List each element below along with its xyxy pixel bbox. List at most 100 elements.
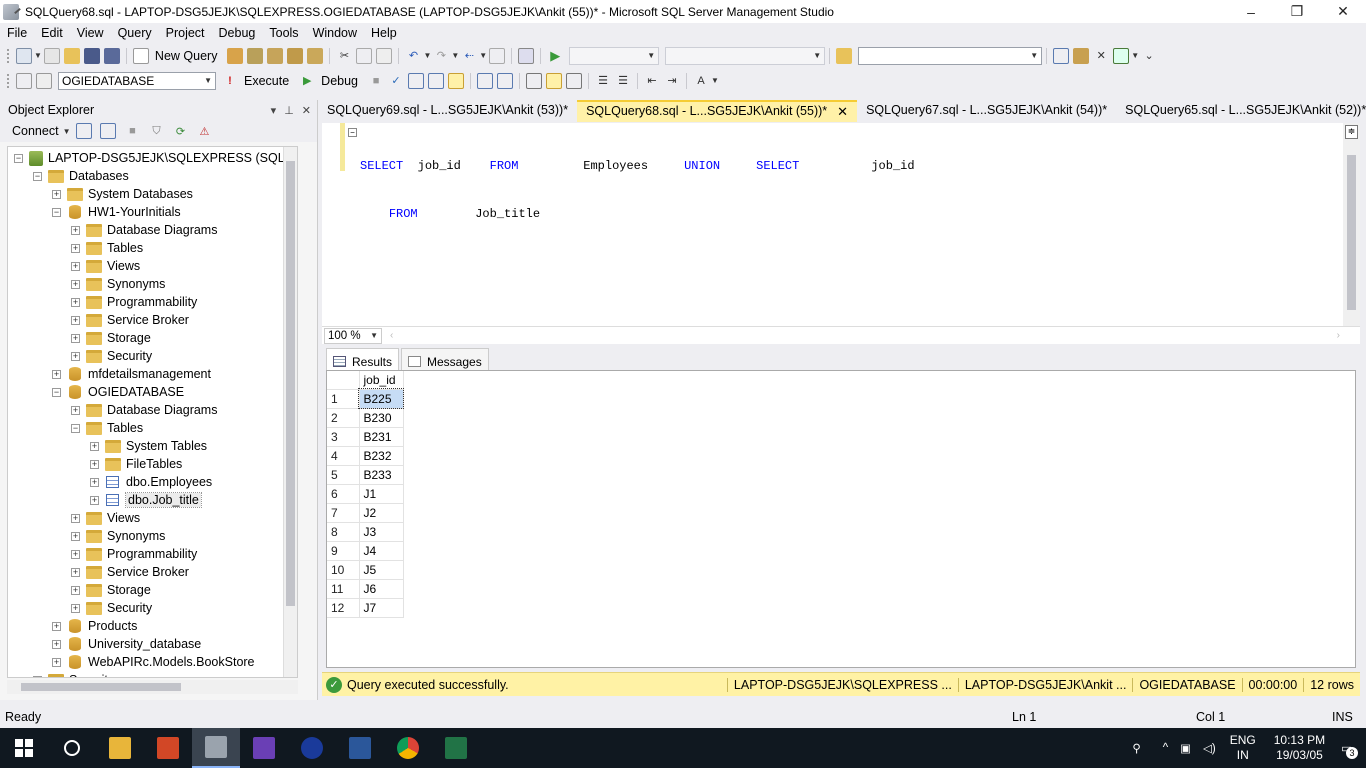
clock[interactable]: 10:13 PM 19/03/05 (1264, 733, 1335, 763)
include-actual-plan-icon[interactable] (477, 72, 494, 89)
code-line-2[interactable]: FROM Job_title (348, 206, 915, 222)
code-line-1[interactable]: SELECT job_id FROM Employees UNION SELEC… (348, 158, 915, 174)
expand-icon[interactable]: + (90, 459, 99, 469)
row-number-cell[interactable]: 6 (327, 484, 360, 504)
stop-icon[interactable]: ■ (124, 123, 140, 139)
job-id-cell[interactable]: J2 (359, 503, 404, 523)
expand-icon[interactable]: + (71, 567, 80, 577)
expand-icon[interactable]: + (71, 405, 80, 415)
tree-node[interactable]: + Database Diagrams (8, 221, 297, 239)
taskbar-chrome[interactable] (384, 728, 432, 768)
taskbar-visual-studio[interactable] (240, 728, 288, 768)
job-id-cell[interactable]: J6 (359, 579, 404, 599)
taskbar-excel[interactable] (432, 728, 480, 768)
toolbar-grip[interactable] (6, 47, 10, 64)
menu-edit[interactable]: Edit (34, 26, 70, 40)
save-icon[interactable] (83, 47, 100, 64)
taskbar-powerpoint[interactable] (144, 728, 192, 768)
expand-icon[interactable]: + (71, 333, 80, 343)
solution-platform-dropdown[interactable]: ▼ (665, 46, 826, 65)
close-button[interactable]: ✕ (1320, 0, 1366, 23)
increase-indent-icon[interactable]: ⇥ (664, 73, 680, 89)
navigate-forward-icon[interactable] (489, 47, 506, 64)
xmla-query-icon[interactable] (307, 47, 324, 64)
job-id-cell[interactable]: B233 (359, 465, 404, 485)
tab-results[interactable]: Results (326, 348, 400, 370)
tree-node[interactable]: − Tables (8, 419, 297, 437)
split-icon[interactable]: ≑ (1345, 125, 1358, 139)
paste-icon[interactable] (376, 47, 393, 64)
row-number-cell[interactable]: 8 (327, 522, 360, 542)
display-estimated-plan-icon[interactable] (408, 72, 425, 89)
solution-config-dropdown[interactable]: ▼ (569, 46, 660, 65)
row-number-cell[interactable]: 12 (327, 598, 360, 618)
job-id-cell[interactable]: B231 (359, 427, 404, 447)
row-number-cell[interactable]: 2 (327, 408, 360, 428)
change-connection-icon[interactable] (36, 72, 52, 89)
expand-icon[interactable]: + (52, 639, 61, 649)
expand-icon[interactable]: + (71, 513, 80, 523)
tree-node[interactable]: + Security (8, 347, 297, 365)
chevron-down-icon[interactable]: ▼ (479, 51, 487, 60)
expand-icon[interactable]: + (71, 279, 80, 289)
row-number-cell[interactable]: 10 (327, 560, 360, 580)
action-center-button[interactable]: ▭ 3 (1335, 741, 1366, 759)
job-id-cell[interactable]: B230 (359, 408, 404, 428)
collapse-icon[interactable]: − (52, 387, 61, 397)
connect-object-explorer-icon[interactable] (76, 123, 93, 139)
expand-icon[interactable]: + (52, 369, 61, 379)
dmx-query-icon[interactable] (287, 47, 304, 64)
tree-node[interactable]: + University_database (8, 635, 297, 653)
find-combo[interactable]: ▼ (858, 46, 1043, 65)
mdx-query-icon[interactable] (267, 47, 284, 64)
properties-window-icon[interactable] (1113, 47, 1130, 64)
debug-button[interactable]: Debug (321, 74, 358, 88)
tree-node[interactable]: + Database Diagrams (8, 401, 297, 419)
expand-icon[interactable]: + (71, 549, 80, 559)
expand-icon[interactable]: + (71, 531, 80, 541)
activity-monitor-icon[interactable]: ⚠ (196, 123, 212, 139)
tree-node[interactable]: + Views (8, 257, 297, 275)
job-id-cell[interactable]: B225 (358, 388, 404, 409)
expand-icon[interactable]: + (52, 657, 61, 667)
chevron-down-icon[interactable]: ▼ (423, 51, 431, 60)
chevron-down-icon[interactable]: ▼ (1131, 51, 1139, 60)
job-id-cell[interactable]: B232 (359, 446, 404, 466)
toolbar-options-icon[interactable]: ⌄ (1141, 48, 1157, 64)
database-engine-query-icon[interactable] (227, 47, 244, 64)
chevron-down-icon[interactable]: ▼ (451, 51, 459, 60)
screenshot-icon[interactable] (518, 47, 535, 64)
find-in-files-icon[interactable] (836, 47, 853, 64)
taskbar-app[interactable] (288, 728, 336, 768)
menu-help[interactable]: Help (364, 26, 404, 40)
tree-node[interactable]: + Programmability (8, 545, 297, 563)
tree-node[interactable]: + Service Broker (8, 563, 297, 581)
save-all-icon[interactable] (103, 47, 120, 64)
row-number-cell[interactable]: 3 (327, 427, 360, 447)
tab-sqlquery67[interactable]: SQLQuery67.sql - L...SG5JEJK\Ankit (54))… (857, 100, 1116, 122)
menu-debug[interactable]: Debug (212, 26, 263, 40)
tab-sqlquery68[interactable]: SQLQuery68.sql - L...SG5JEJK\Ankit (55))… (577, 100, 858, 122)
expand-icon[interactable]: + (71, 585, 80, 595)
tree-node[interactable]: + System Databases (8, 185, 297, 203)
refresh-icon[interactable]: ⟳ (172, 123, 188, 139)
uncomment-lines-icon[interactable]: ☰ (615, 73, 631, 89)
row-number-cell[interactable]: 11 (327, 579, 360, 599)
menu-project[interactable]: Project (159, 26, 212, 40)
tools-icon[interactable]: ✕ (1093, 48, 1109, 64)
expand-icon[interactable]: + (71, 225, 80, 235)
specify-template-values-icon[interactable]: A (693, 73, 709, 89)
expand-icon[interactable]: + (90, 441, 99, 451)
collapse-icon[interactable]: − (14, 153, 23, 163)
results-to-grid-icon[interactable] (546, 72, 563, 89)
available-databases-dropdown[interactable]: OGIEDATABASE ▼ (58, 71, 216, 90)
taskbar-word[interactable] (336, 728, 384, 768)
people-icon[interactable]: ⚲ (1126, 741, 1146, 755)
tree-vertical-scrollbar[interactable] (283, 147, 297, 677)
job-id-cell[interactable]: J5 (359, 560, 404, 580)
chevron-down-icon[interactable]: ▼ (711, 76, 719, 85)
tree-node[interactable]: + Programmability (8, 293, 297, 311)
show-hidden-icons-icon[interactable]: ^ (1157, 742, 1174, 754)
tree-node[interactable]: + WebAPIRc.Models.BookStore (8, 653, 297, 671)
tab-sqlquery65[interactable]: SQLQuery65.sql - L...SG5JEJK\Ankit (52))… (1116, 100, 1366, 122)
